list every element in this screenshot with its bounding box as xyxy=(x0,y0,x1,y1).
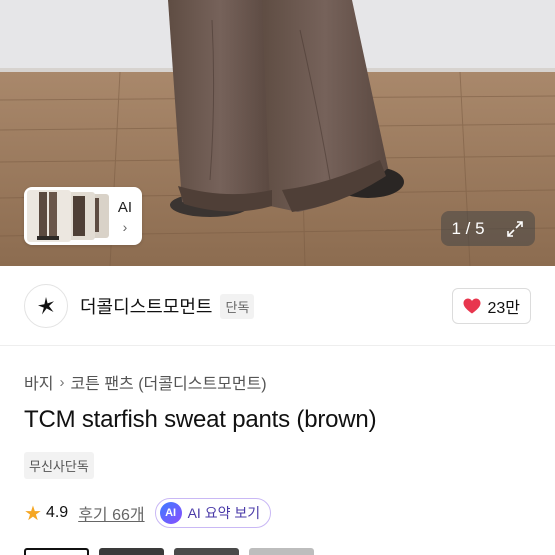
brand-logo[interactable] xyxy=(24,284,68,328)
image-counter: 1 / 5 xyxy=(441,211,495,246)
brand-name[interactable]: 더콜디스트모먼트 xyxy=(80,293,212,319)
product-title: TCM starfish sweat pants (brown) xyxy=(24,406,377,433)
thumbnail-strip xyxy=(24,548,314,555)
ai-icon: AI xyxy=(159,502,182,524)
chevron-right-icon: › xyxy=(122,218,128,235)
expand-icon[interactable] xyxy=(495,211,535,246)
heart-icon xyxy=(463,298,481,314)
ai-summary-button[interactable]: AI AI 요약 보기 xyxy=(154,498,272,528)
chevron-right-icon: › xyxy=(59,373,65,391)
divider xyxy=(0,345,555,346)
brand-row: 더콜디스트모먼트 단독 23만 xyxy=(24,282,531,330)
ai-thumb-label: AI xyxy=(117,198,133,216)
thumbnail[interactable] xyxy=(24,548,90,555)
star-icon: ★ xyxy=(24,502,42,525)
ai-thumbnail-card[interactable]: AI › xyxy=(24,187,142,245)
reviews-link[interactable]: 후기 66개 xyxy=(78,501,144,525)
exclusive-tag: 무신사단독 xyxy=(24,452,94,479)
ai-summary-label: AI 요약 보기 xyxy=(187,505,261,521)
breadcrumb-category[interactable]: 바지 xyxy=(24,370,53,394)
thumbnail-stack xyxy=(27,190,111,242)
thumbnail[interactable] xyxy=(249,548,314,555)
rating-row: ★ 4.9 후기 66개 AI AI 요약 보기 xyxy=(24,497,272,529)
like-count: 23만 xyxy=(487,300,520,317)
breadcrumb: 바지 › 코튼 팬츠 (더콜디스트모먼트) xyxy=(24,370,267,394)
rating-score: 4.9 xyxy=(45,504,69,521)
breadcrumb-subcategory[interactable]: 코튼 팬츠 (더콜디스트모먼트) xyxy=(70,370,266,394)
thumbnail[interactable] xyxy=(99,548,165,555)
like-button[interactable]: 23만 xyxy=(452,288,531,324)
starfish-icon xyxy=(38,297,54,315)
brand-exclusive-badge: 단독 xyxy=(220,293,255,319)
thumbnail[interactable] xyxy=(174,548,240,555)
